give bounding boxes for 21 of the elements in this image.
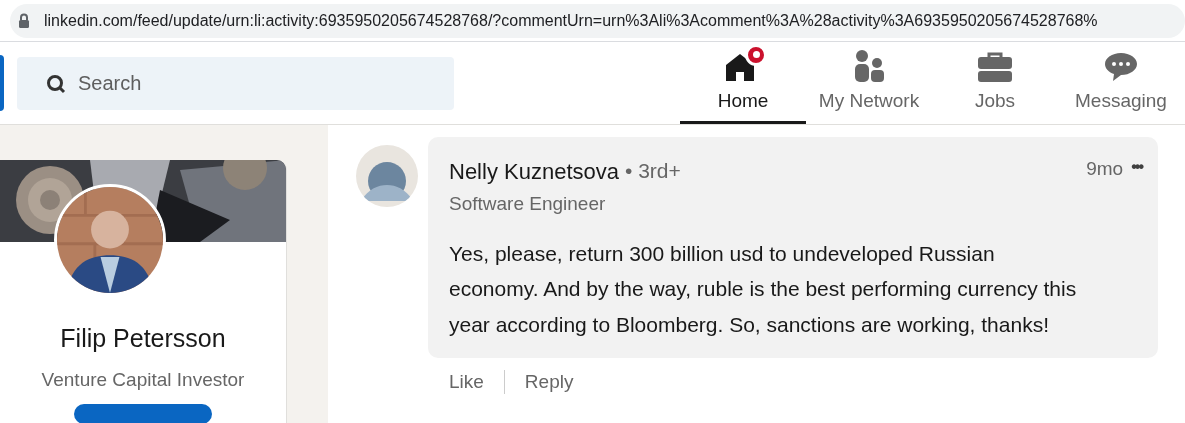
comment-action[interactable]: Like [449, 368, 484, 397]
comment-text: Yes, please, return 300 billion usd to undeveloped Russian economy. And by the way, ruble is the best performing currency this year according to Bloomberg. So, sanctions are working, thanks! [449, 240, 1078, 338]
comment-action[interactable]: Reply [524, 368, 574, 397]
search-icon [46, 73, 66, 94]
search-field[interactable]: Search [17, 56, 454, 110]
profile-button[interactable] [74, 404, 212, 423]
profile-name[interactable]: Filip Petersson [60, 320, 226, 358]
more-button[interactable]: ••• [1131, 155, 1142, 179]
nav-tab[interactable]: Jobs [932, 42, 1058, 124]
address-bar[interactable]: linkedin.com/feed/update/urn:li:activity:6935950205674528768/?commentUrn=urn%3Ali%3Acomment%3A%28activity%3A6935950205674528768% [10, 3, 1185, 38]
comment-time: 9mo [1086, 157, 1124, 181]
author-name[interactable]: Nelly Kuznetsova [449, 155, 619, 188]
briefcase-icon [976, 50, 1014, 83]
profile-headline: Venture Capital Investor [41, 367, 245, 392]
chat-icon [1103, 50, 1139, 83]
lock-icon [18, 13, 30, 28]
url-text: linkedin.com/feed/update/urn:li:activity:6935950205674528768/?commentUrn=urn%3Ali%3Acomment%3A%28activity%3A6935950205674528768% [44, 10, 1098, 31]
connection-degree: • 3rd+ [625, 158, 681, 184]
nav-tab[interactable]: My Network [806, 42, 932, 124]
nav-tab[interactable]: Messaging [1058, 42, 1184, 124]
author-headline: Software Engineer [449, 192, 607, 216]
